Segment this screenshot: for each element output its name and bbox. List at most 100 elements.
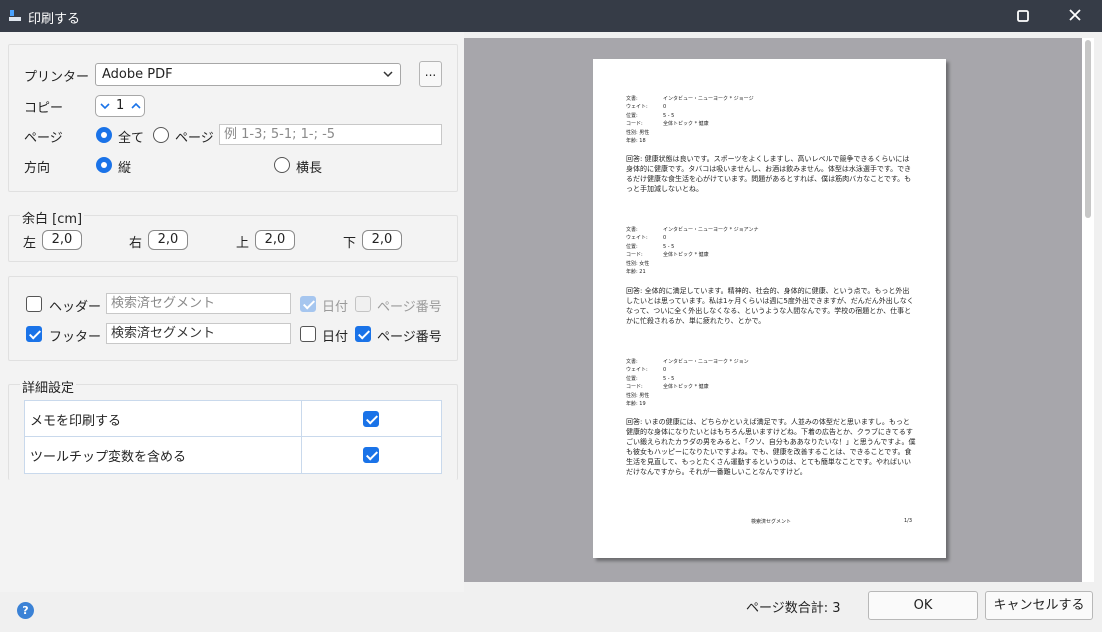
margin-bottom-input[interactable]: 2,0 [362,230,402,250]
footer-label: フッター [49,330,102,345]
margin-top-label: 上 [236,236,250,251]
meta-key: 位置: [626,243,638,250]
margin-right-label: 右 [129,236,143,251]
meta-key: コード: [626,384,643,391]
advanced-settings-table: メモを印刷する ツールチップ変数を含める [24,400,442,474]
tooltip-vars-checkbox[interactable] [363,447,379,463]
table-row: メモを印刷する [25,401,441,437]
meta-value: 全体トピック * 健康 [663,384,709,391]
pages-all-radio[interactable] [96,127,112,143]
meta-key: 位置: [626,375,638,382]
meta-key: 年齢: 18 [626,138,646,145]
pages-range-input[interactable]: 例 1-3; 5-1; 1-; -5 [219,124,442,145]
header-footer-group [8,276,458,361]
portrait-label: 縦 [118,161,132,176]
meta-key: 文書: [626,359,638,365]
segment-text-3: 回答: いまの健康には、どちらかといえば満足です。人並みの体型だと思いますし。も… [626,418,916,476]
maximize-icon[interactable] [1012,6,1034,26]
segment-text-2: 回答: 全体的に満足しています。精神的、社会的、身体的に健康、という点で。もっと… [626,287,914,325]
footer-page-number-label: ページ番号 [377,330,442,345]
meta-key: ウェイト: [626,367,648,374]
column-divider [301,401,302,437]
header-checkbox[interactable] [26,296,42,312]
meta-value: インタビュー・ニューヨーク * ジョージ [663,96,754,102]
meta-value: 0 [663,235,667,242]
meta-key: ウェイト: [626,104,648,111]
segment-meta-1: 文書: インタビュー・ニューヨーク * ジョージ ウェイト: 0 位置: 5 - 5 … [626,95,754,145]
pages-label: ページ [24,131,63,146]
page-total: ページ数合計: 3 [746,601,841,616]
table-row: ツールチップ変数を含める [25,437,441,473]
meta-value: 5 - 5 [663,375,675,382]
pages-all-label: 全て [118,131,145,146]
footer-date-checkbox[interactable] [300,326,316,342]
landscape-radio[interactable] [274,157,290,173]
pages-range-radio[interactable] [153,127,169,143]
ok-button[interactable]: OK [868,591,978,620]
meta-key: 年齢: 19 [626,401,646,408]
margin-bottom-label: 下 [343,236,357,251]
meta-value: インタビュー・ニューヨーク * ジョアンナ [663,227,759,233]
copies-label: コピー [24,101,64,116]
meta-key: コード: [626,121,643,128]
meta-key: ウェイト: [626,235,648,242]
portrait-radio[interactable] [96,157,112,173]
footer-checkbox[interactable] [26,326,42,342]
print-app-icon [9,10,21,21]
landscape-label: 横長 [296,161,323,176]
pages-range-label: ページ [175,131,214,146]
chevron-down-icon[interactable] [99,100,111,112]
chevron-down-icon [383,71,393,78]
close-icon[interactable] [1064,6,1086,26]
print-notes-checkbox[interactable] [363,411,379,427]
segment-meta-3: 文書: インタビュー・ニューヨーク * ジョン ウェイト: 0 位置: 5 - 5 コ… [626,358,749,408]
header-label: ヘッダー [49,300,102,315]
window-title: 印刷する [28,12,81,27]
meta-key: 性別: 男性 [626,392,650,399]
header-input[interactable]: 検索済セグメント [106,293,291,314]
meta-value: 全体トピック * 健康 [663,252,709,259]
help-icon[interactable]: ? [17,602,34,619]
meta-key: 文書: [626,227,638,233]
cancel-button[interactable]: キャンセルする [985,591,1093,620]
margin-top-input[interactable]: 2,0 [255,230,295,250]
meta-key: コード: [626,252,643,259]
header-page-number-label: ページ番号 [377,300,442,315]
meta-value: 0 [663,104,667,111]
tooltip-vars-label: ツールチップ変数を含める [30,450,187,465]
segment-text-1: 回答: 健康状態は良いです。スポーツをよくしますし、高いレベルで競争できるくらい… [626,155,912,193]
margin-right-input[interactable]: 2,0 [148,230,188,250]
scroll-thumb[interactable] [1085,40,1091,218]
advanced-title: 詳細設定 [20,377,77,396]
meta-key: 性別: 女性 [626,260,650,267]
preview-scrollbar[interactable] [1082,38,1094,582]
printer-browse-button[interactable]: ... [419,61,442,87]
footer-page-number-checkbox[interactable] [355,326,371,342]
chevron-up-icon[interactable] [130,100,142,112]
meta-value: インタビュー・ニューヨーク * ジョン [663,359,749,365]
page-footer-number: 1/3 [904,518,913,524]
orientation-label: 方向 [24,161,51,176]
printer-value: Adobe PDF [102,67,173,82]
header-date-label: 日付 [322,300,349,315]
copies-value: 1 [116,98,125,113]
copies-stepper[interactable]: 1 [95,95,145,117]
header-date-checkbox[interactable] [300,296,316,312]
meta-value: 0 [663,367,667,374]
margin-left-label: 左 [23,236,37,251]
preview-page: 文書: インタビュー・ニューヨーク * ジョージ ウェイト: 0 位置: 5 - 5 … [593,59,946,558]
segment-meta-2: 文書: インタビュー・ニューヨーク * ジョアンナ ウェイト: 0 位置: 5 - 5… [626,226,758,276]
printer-label: プリンター [24,70,90,85]
meta-key: 年齢: 21 [626,269,646,276]
meta-key: 性別: 男性 [626,129,650,136]
page-footer-text: 検索済セグメント [751,519,792,525]
footer-date-label: 日付 [322,330,349,345]
print-notes-label: メモを印刷する [30,414,122,429]
margin-left-input[interactable]: 2,0 [42,230,82,250]
printer-select[interactable]: Adobe PDF [95,63,401,86]
meta-value: 全体トピック * 健康 [663,121,709,128]
meta-key: 位置: [626,112,638,119]
header-page-number-checkbox[interactable] [355,296,371,312]
footer-input[interactable]: 検索済セグメント [106,323,291,344]
meta-key: 文書: [626,96,638,102]
